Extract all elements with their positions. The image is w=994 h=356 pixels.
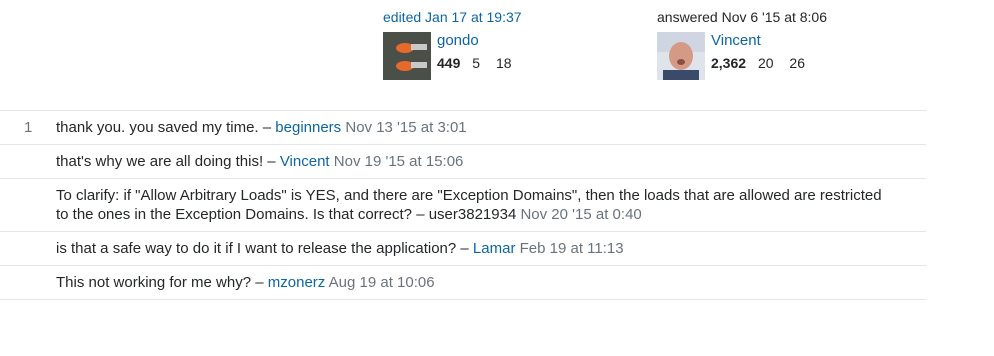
comment-user: user3821934 [428, 206, 517, 223]
comment-date[interactable]: Nov 19 '15 at 15:06 [334, 153, 464, 170]
comment-item: is that a safe way to do it if I want to… [0, 232, 926, 266]
editor-stats: 449 5 18 [437, 54, 524, 72]
comment-user-link[interactable]: Vincent [280, 153, 330, 170]
comment-date[interactable]: Nov 20 '15 at 0:40 [520, 206, 641, 223]
comment-item: This not working for me why? – mzonerz A… [0, 266, 926, 300]
editor-username-link[interactable]: gondo [437, 32, 524, 50]
comment-date[interactable]: Nov 13 '15 at 3:01 [345, 119, 466, 136]
editor-signature: edited Jan 17 at 19:37 gondo 449 5 18 [383, 8, 603, 80]
comment-text: that's why we are all doing this! [56, 153, 264, 170]
comment-text: This not working for me why? [56, 274, 252, 291]
comment-separator: – [412, 206, 429, 223]
comment-date[interactable]: Feb 19 at 11:13 [520, 240, 624, 257]
comment-score [0, 273, 56, 292]
editor-user-row: gondo 449 5 18 [383, 32, 603, 80]
answered-timestamp: answered Nov 6 '15 at 8:06 [657, 9, 828, 25]
comment-body: that's why we are all doing this! – Vinc… [56, 152, 926, 171]
comment-body: To clarify: if "Allow Arbitrary Loads" i… [56, 186, 926, 224]
answerer-signature: answered Nov 6 '15 at 8:06 Vincent 2,362… [657, 8, 877, 80]
answerer-user-row: Vincent 2,362 20 26 [657, 32, 877, 80]
comment-date[interactable]: Aug 19 at 10:06 [329, 274, 435, 291]
answerer-stats: 2,362 20 26 [711, 54, 817, 72]
comment-score [0, 186, 56, 224]
comment-text: is that a safe way to do it if I want to… [56, 240, 457, 257]
comment-list: 1 thank you. you saved my time. – beginn… [0, 110, 926, 300]
answerer-avatar[interactable] [657, 32, 705, 80]
comment-body: This not working for me why? – mzonerz A… [56, 273, 926, 292]
comment-user-link[interactable]: mzonerz [268, 274, 326, 291]
answerer-username-link[interactable]: Vincent [711, 32, 817, 50]
editor-reputation: 449 [437, 55, 461, 71]
comment-separator: – [251, 274, 268, 291]
comment-separator: – [456, 240, 473, 257]
comment-body: is that a safe way to do it if I want to… [56, 239, 926, 258]
answerer-reputation: 2,362 [711, 55, 747, 71]
comment-item: 1 thank you. you saved my time. – beginn… [0, 111, 926, 145]
comment-score [0, 239, 56, 258]
answerer-silver-badges: 20 [757, 55, 774, 71]
comment-separator: – [263, 153, 280, 170]
comment-user-link[interactable]: Lamar [473, 240, 516, 257]
comment-text: thank you. you saved my time. [56, 119, 259, 136]
comment-score: 1 [24, 119, 33, 136]
answerer-bronze-badges: 26 [789, 55, 805, 71]
editor-avatar[interactable] [383, 32, 431, 80]
comment-item: To clarify: if "Allow Arbitrary Loads" i… [0, 179, 926, 232]
comment-score [0, 152, 56, 171]
edited-timestamp-link[interactable]: edited Jan 17 at 19:37 [383, 8, 603, 26]
comment-body: thank you. you saved my time. – beginner… [56, 118, 926, 137]
answerer-details: Vincent 2,362 20 26 [711, 32, 817, 72]
editor-details: gondo 449 5 18 [437, 32, 524, 72]
editor-silver-badges: 5 [472, 55, 481, 71]
editor-bronze-badges: 18 [495, 55, 512, 71]
comment-user-link[interactable]: beginners [275, 119, 341, 136]
comment-item: that's why we are all doing this! – Vinc… [0, 145, 926, 179]
comment-separator: – [258, 119, 276, 136]
